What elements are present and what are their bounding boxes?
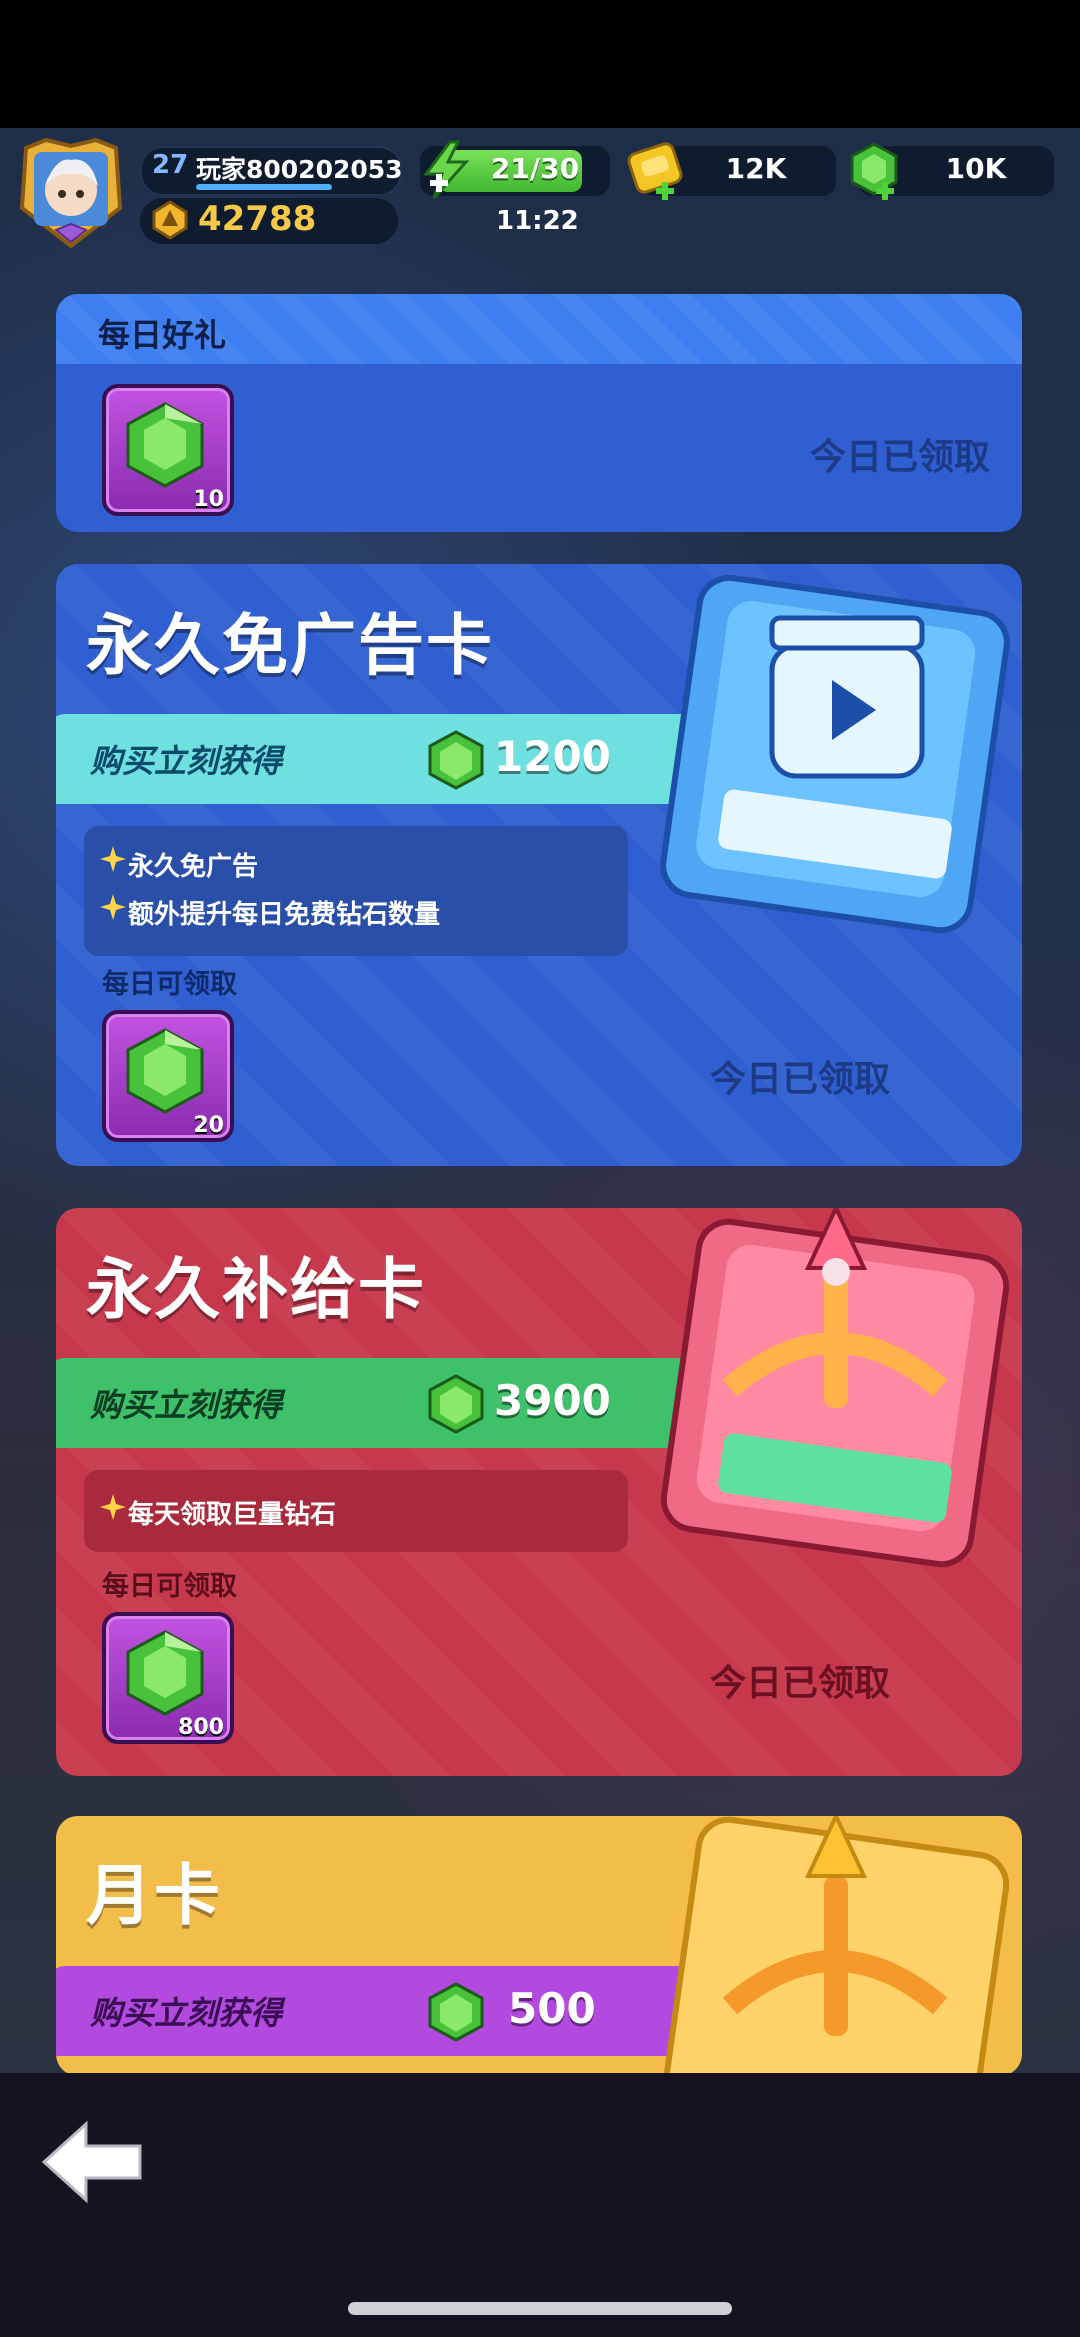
energy-count: 21/30 xyxy=(490,152,580,185)
gold-count: 12K xyxy=(725,152,787,185)
no-ad-buy-amount: 1200 xyxy=(494,732,611,781)
perk-text: 额外提升每日免费钻石数量 xyxy=(128,900,441,930)
energy-timer: 11:22 xyxy=(496,206,579,236)
bottom-bar xyxy=(0,2073,1080,2337)
back-button[interactable] xyxy=(40,2120,148,2204)
daily-gift-title: 每日好礼 xyxy=(98,316,227,354)
gem-icon xyxy=(428,730,484,790)
lightning-plus-icon[interactable] xyxy=(416,140,478,202)
no-ad-status: 今日已领取 xyxy=(710,1059,891,1100)
no-ad-card-panel: 永久免广告卡 购买立刻获得 1200 永久免广告 额外提升每日免费钻石数量 每日… xyxy=(56,564,1022,1166)
monthly-card-title: 月卡 xyxy=(86,1857,222,1934)
perk-text: 永久免广告 xyxy=(128,852,259,882)
player-level: 27 xyxy=(152,150,189,180)
monthly-card-icon xyxy=(650,1816,1022,2076)
monthly-buy-label: 购买立刻获得 xyxy=(90,1994,283,2032)
no-ad-daily-label: 每日可领取 xyxy=(102,969,237,1000)
no-ad-card-title: 永久免广告卡 xyxy=(86,607,494,684)
perk-item: 额外提升每日免费钻石数量 xyxy=(84,894,604,930)
gem-icon xyxy=(428,1374,484,1434)
daily-gift-status: 今日已领取 xyxy=(810,437,991,478)
gold-plus-icon[interactable] xyxy=(626,140,696,206)
home-indicator[interactable] xyxy=(348,2302,732,2315)
gem-count: 10K xyxy=(945,152,1007,185)
supply-buy-label: 购买立刻获得 xyxy=(90,1386,283,1424)
status-area xyxy=(0,0,1080,128)
gem-plus-icon[interactable] xyxy=(846,140,910,206)
supply-buy-amount: 3900 xyxy=(494,1376,611,1425)
supply-status: 今日已领取 xyxy=(710,1663,891,1704)
supply-perk-box: 每天领取巨量钻石 xyxy=(84,1470,628,1552)
monthly-card-panel: 月卡 购买立刻获得 500 xyxy=(56,1816,1022,2076)
no-ad-reward-count: 20 xyxy=(193,1113,224,1138)
perk-text: 每天领取巨量钻石 xyxy=(128,1500,337,1530)
monthly-buy-amount: 500 xyxy=(508,1984,596,2033)
perk-item: 永久免广告 xyxy=(84,846,604,882)
daily-gift-reward-count: 10 xyxy=(193,487,224,512)
daily-gift-reward: 10 xyxy=(102,384,234,516)
no-ad-daily-reward: 20 xyxy=(102,1010,234,1142)
screen: 27 玩家800202053 42788 21/30 11:22 12K 10K… xyxy=(0,0,1080,2337)
supply-card-icon xyxy=(650,1208,1022,1578)
trophy-icon xyxy=(150,200,190,240)
supply-card-panel: 永久补给卡 购买立刻获得 3900 每天领取巨量钻石 每日可领取 800 今日已… xyxy=(56,1208,1022,1776)
supply-reward-count: 800 xyxy=(178,1715,224,1740)
perk-item: 每天领取巨量钻石 xyxy=(84,1494,604,1530)
daily-gift-panel: 每日好礼 10 今日已领取 xyxy=(56,294,1022,532)
player-name: 玩家800202053 xyxy=(196,155,403,184)
supply-daily-label: 每日可领取 xyxy=(102,1571,237,1602)
no-ad-perk-box: 永久免广告 额外提升每日免费钻石数量 xyxy=(84,826,628,956)
supply-card-title: 永久补给卡 xyxy=(86,1251,426,1328)
no-ad-card-icon xyxy=(650,574,1022,934)
trophy-count: 42788 xyxy=(198,199,317,239)
no-ad-buy-label: 购买立刻获得 xyxy=(90,742,283,780)
supply-daily-reward: 800 xyxy=(102,1612,234,1744)
back-arrow-icon xyxy=(41,2120,142,2204)
xp-bar xyxy=(196,184,332,190)
gem-icon xyxy=(428,1982,484,2042)
player-avatar[interactable] xyxy=(16,137,126,250)
